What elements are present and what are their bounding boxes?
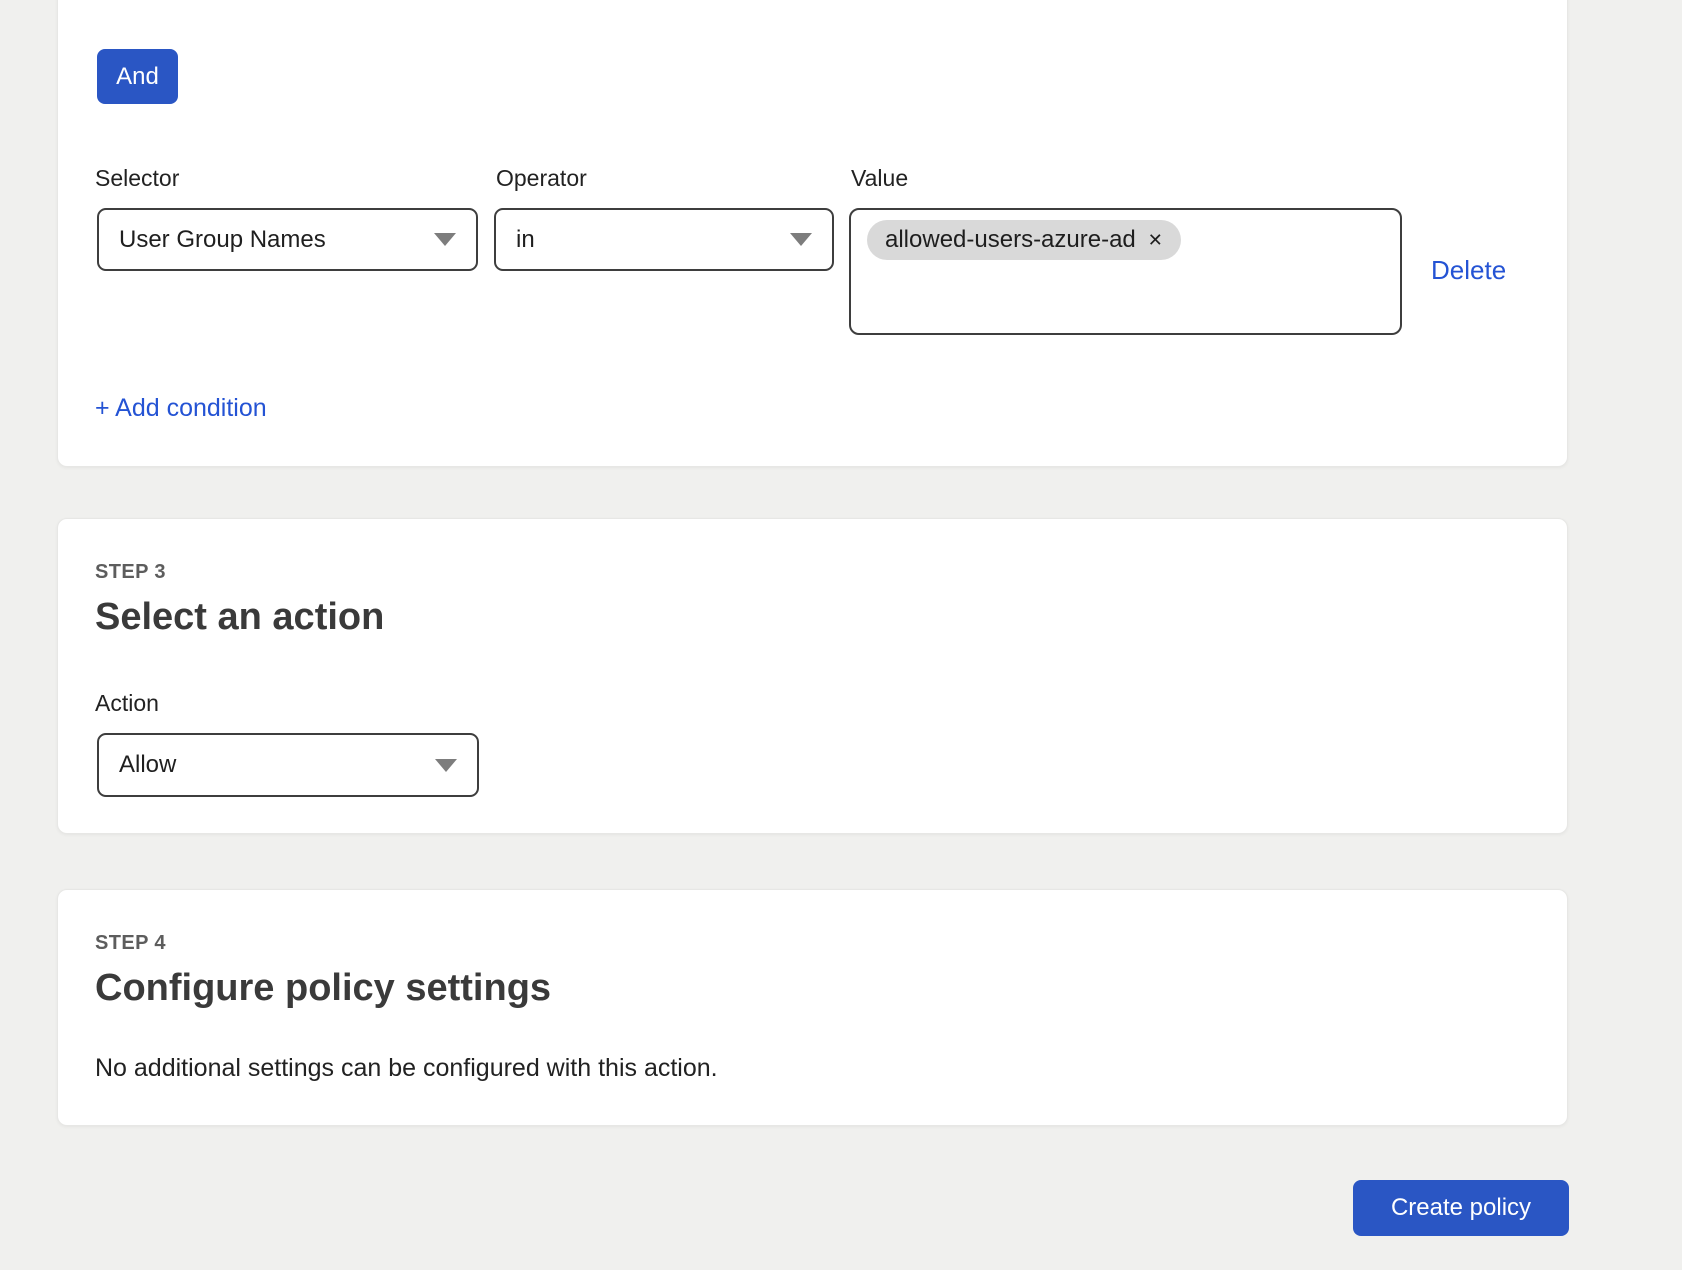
step3-title: Select an action	[95, 596, 384, 638]
and-button[interactable]: And	[97, 49, 178, 104]
condition-builder-card: And Selector Operator Value User Group N…	[57, 0, 1568, 467]
policy-builder-page: And Selector Operator Value User Group N…	[0, 0, 1682, 1270]
selector-label: Selector	[95, 164, 179, 192]
operator-dropdown[interactable]: in	[494, 208, 834, 271]
step3-label: STEP 3	[95, 561, 166, 584]
value-tag: allowed-users-azure-ad ✕	[867, 220, 1181, 260]
value-label: Value	[851, 164, 908, 192]
step4-title: Configure policy settings	[95, 967, 551, 1009]
step4-label: STEP 4	[95, 932, 166, 955]
value-tag-label: allowed-users-azure-ad	[885, 226, 1136, 254]
step4-description: No additional settings can be configured…	[95, 1053, 718, 1083]
selector-dropdown[interactable]: User Group Names	[97, 208, 478, 271]
chevron-down-icon	[434, 233, 456, 246]
remove-tag-icon[interactable]: ✕	[1148, 231, 1163, 249]
selector-dropdown-value: User Group Names	[119, 226, 326, 254]
create-policy-button[interactable]: Create policy	[1353, 1180, 1569, 1236]
step3-card: STEP 3 Select an action Action Allow	[57, 518, 1568, 834]
chevron-down-icon	[790, 233, 812, 246]
step4-card: STEP 4 Configure policy settings No addi…	[57, 889, 1568, 1126]
operator-dropdown-value: in	[516, 226, 535, 254]
delete-condition-link[interactable]: Delete	[1431, 255, 1506, 285]
value-multiselect-input[interactable]: allowed-users-azure-ad ✕	[849, 208, 1402, 335]
chevron-down-icon	[435, 759, 457, 772]
add-condition-link[interactable]: + Add condition	[95, 393, 267, 423]
action-dropdown-value: Allow	[119, 751, 176, 779]
action-label: Action	[95, 689, 159, 717]
action-dropdown[interactable]: Allow	[97, 733, 479, 797]
operator-label: Operator	[496, 164, 587, 192]
